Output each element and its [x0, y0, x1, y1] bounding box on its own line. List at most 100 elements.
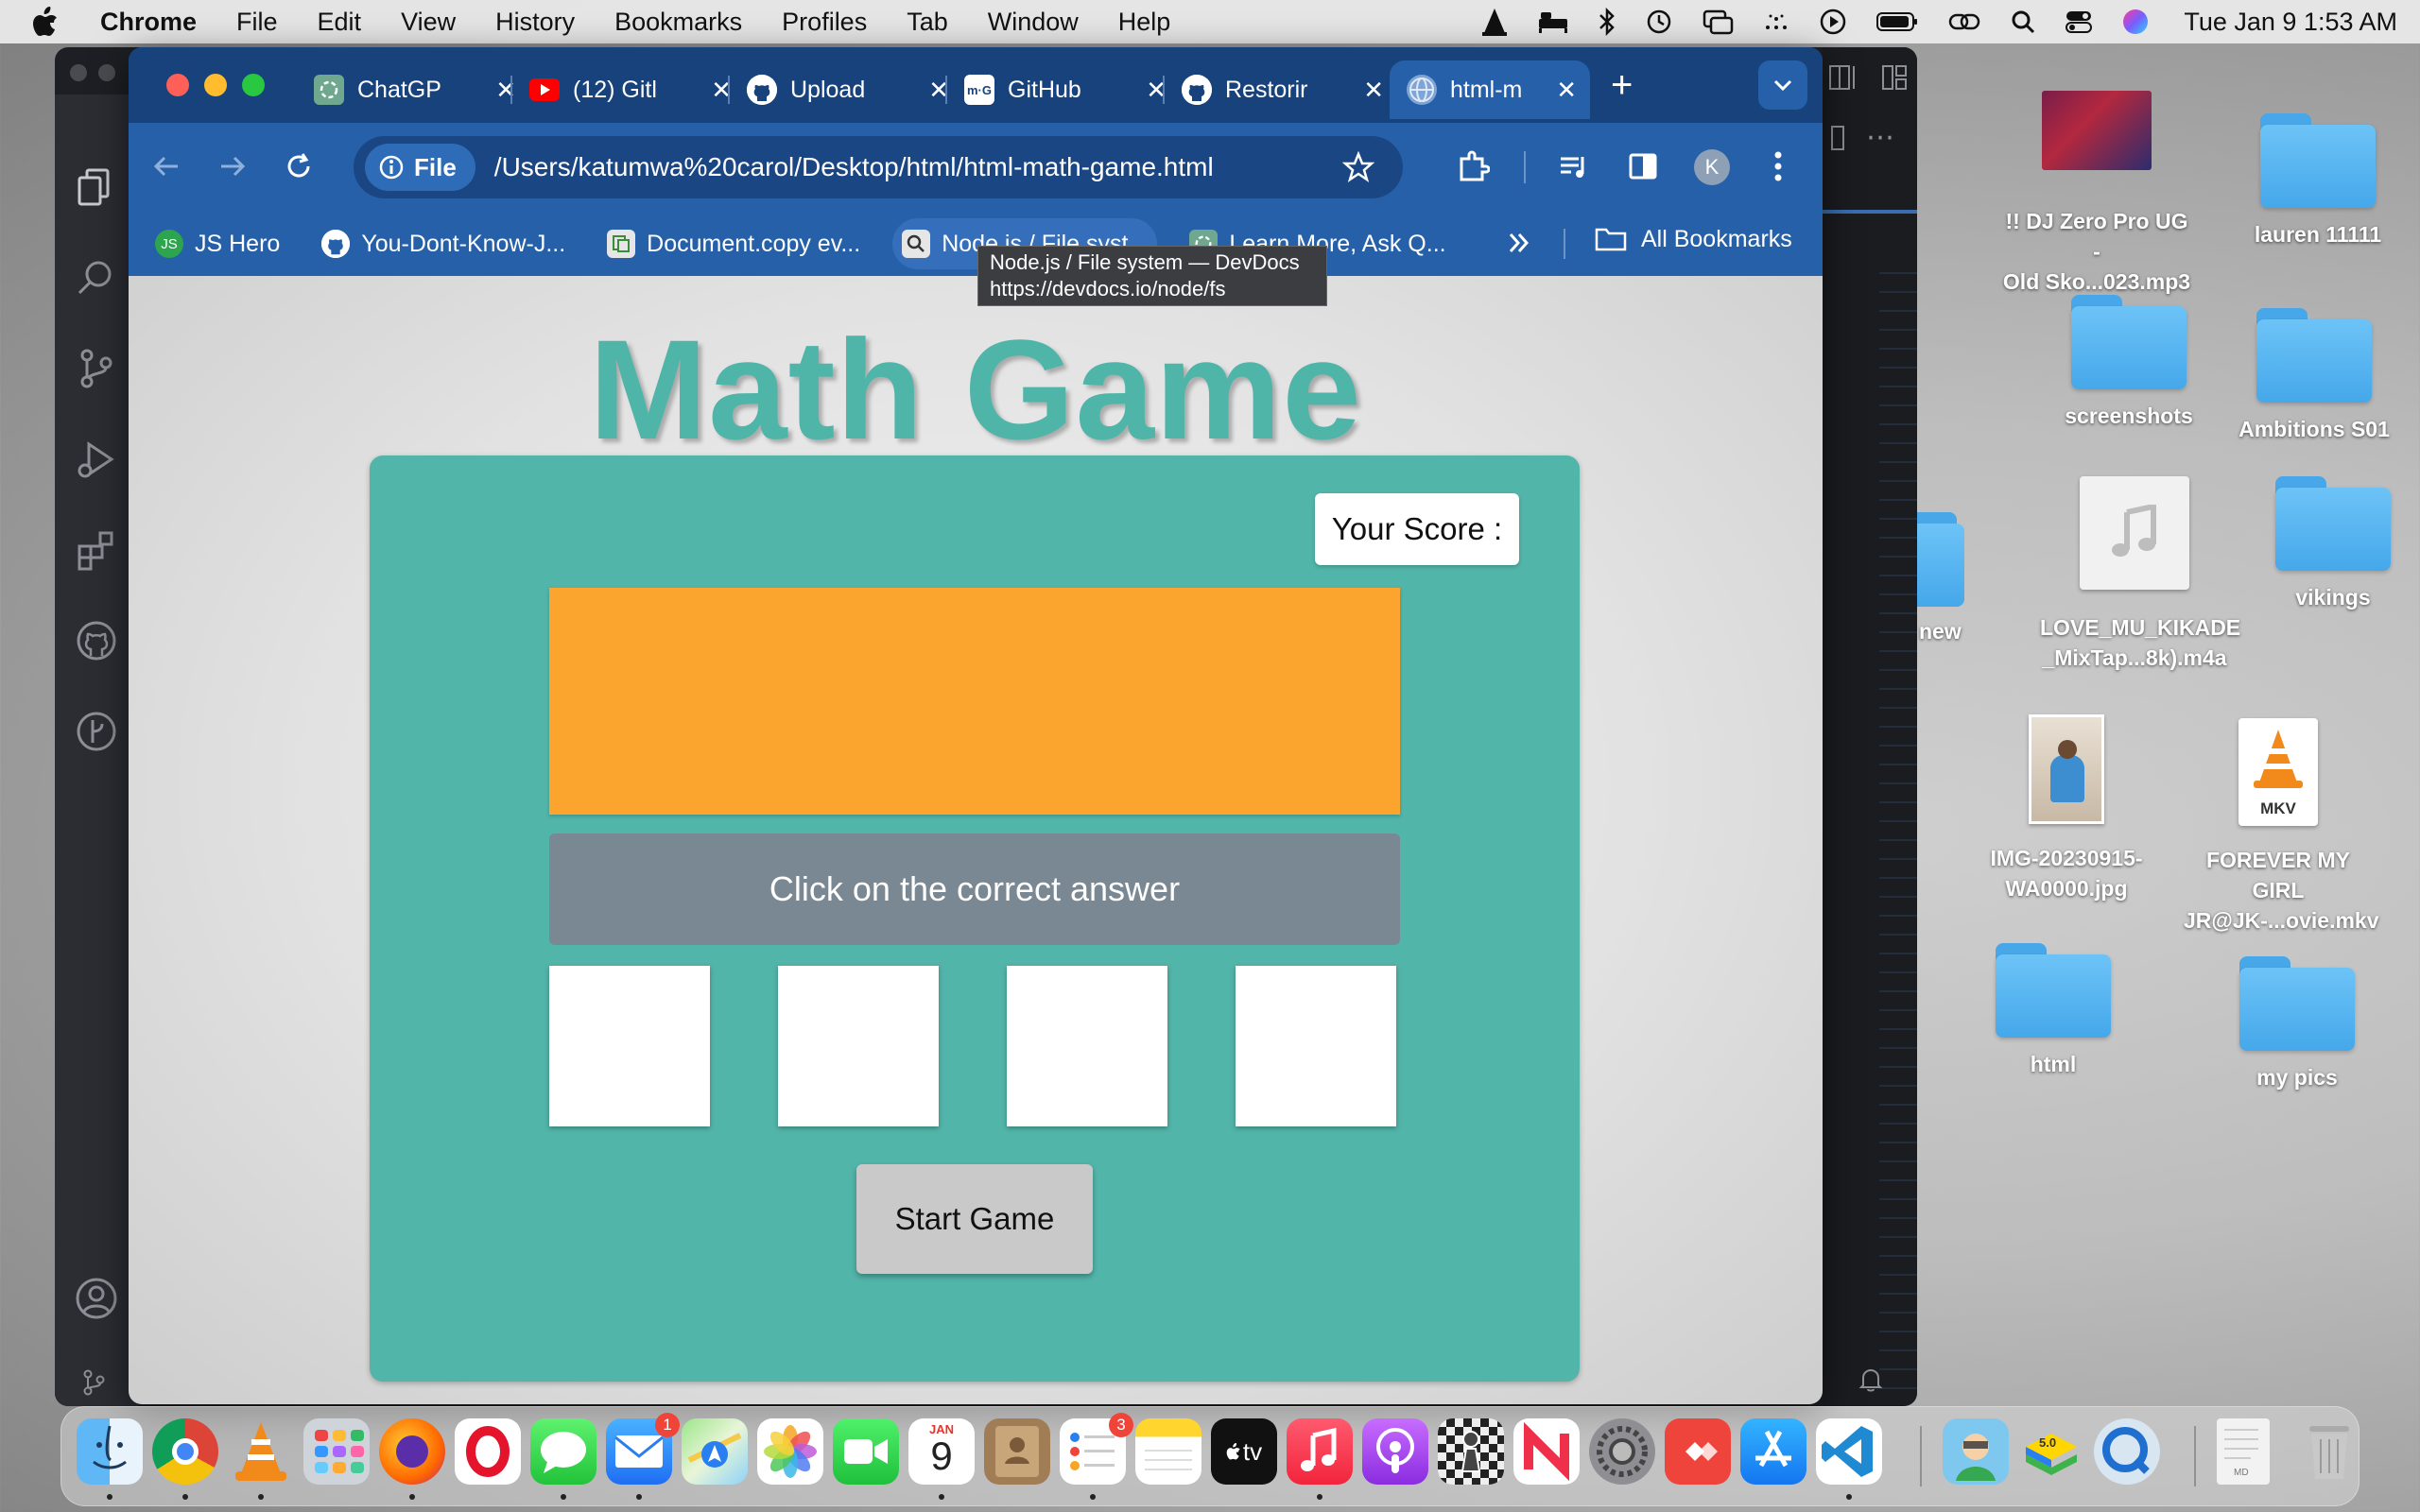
finder-icon[interactable]: [77, 1418, 143, 1485]
launchpad-icon[interactable]: [303, 1418, 370, 1485]
bookmark-star-icon[interactable]: [1342, 151, 1374, 183]
bluetooth-icon[interactable]: [1598, 8, 1616, 36]
tab-youtube[interactable]: (12) Gitl ✕: [529, 60, 737, 119]
trash-icon[interactable]: [2296, 1418, 2362, 1485]
vscode-minimize-button[interactable]: [98, 64, 115, 81]
control-center-icon[interactable]: [2065, 9, 2093, 35]
facetime-icon[interactable]: [833, 1418, 899, 1485]
tab-upload[interactable]: Upload ✕: [747, 60, 955, 119]
reminders-icon[interactable]: 3: [1060, 1413, 1133, 1485]
media-queue-icon[interactable]: [1558, 151, 1590, 181]
all-bookmarks-button[interactable]: All Bookmarks: [1594, 225, 1792, 253]
news-icon[interactable]: [1513, 1418, 1580, 1485]
anydesk-icon[interactable]: [1665, 1418, 1731, 1485]
address-bar[interactable]: File /Users/katumwa%20carol/Desktop/html…: [354, 136, 1403, 198]
chrome-icon[interactable]: [152, 1418, 218, 1485]
bed-icon[interactable]: [1537, 9, 1569, 34]
notes-icon[interactable]: [1135, 1418, 1201, 1485]
menu-profiles[interactable]: Profiles: [782, 8, 867, 37]
answer-choice-2[interactable]: [778, 966, 939, 1126]
bluestacks-icon[interactable]: 5.0: [2018, 1418, 2084, 1485]
firefox-icon[interactable]: [379, 1418, 445, 1485]
desktop-folder-html[interactable]: html: [1959, 943, 2148, 1079]
tab-close-icon[interactable]: ✕: [1363, 76, 1384, 105]
tab-close-icon[interactable]: ✕: [1556, 76, 1577, 105]
menu-edit[interactable]: Edit: [318, 8, 362, 37]
vlc-status-icon[interactable]: [1480, 7, 1509, 37]
chrome-menu-icon[interactable]: [1773, 147, 1783, 185]
desktop-folder-vikings[interactable]: vikings: [2238, 476, 2420, 612]
time-machine-icon[interactable]: [1645, 8, 1673, 36]
desktop-folder-screenshots[interactable]: screenshots: [2034, 295, 2223, 431]
notifications-bell-icon[interactable]: [1858, 1366, 1883, 1393]
spotlight-search-icon[interactable]: [2010, 9, 2036, 35]
source-control-icon[interactable]: [74, 346, 119, 391]
desktop-item-forever-mkv[interactable]: MKV FOREVER MY GIRL JR@JK-...ovie.mkv: [2184, 718, 2379, 936]
extensions-puzzle-icon[interactable]: [1456, 149, 1490, 183]
bookmark-you-dont-know-js[interactable]: You-Dont-Know-J...: [312, 218, 575, 269]
split-editor-icon[interactable]: [1828, 62, 1862, 93]
screen-mirroring-icon[interactable]: [1702, 9, 1734, 35]
vlc-icon[interactable]: [228, 1418, 294, 1485]
menu-bookmarks[interactable]: Bookmarks: [614, 8, 742, 37]
side-panel-icon[interactable]: [1628, 151, 1658, 181]
menu-help[interactable]: Help: [1118, 8, 1171, 37]
music-icon[interactable]: [1287, 1418, 1353, 1485]
desktop-item-dj-mp3[interactable]: !! DJ Zero Pro UG - Old Sko...023.mp3: [2002, 91, 2191, 298]
calendar-icon[interactable]: JAN 9: [908, 1418, 975, 1485]
desktop-item-img-jpg[interactable]: IMG-20230915- WA0000.jpg: [1972, 714, 2161, 903]
tab-html-math-game[interactable]: html-m ✕: [1390, 60, 1590, 119]
layout-icon[interactable]: [1879, 62, 1910, 93]
bookmark-document-copy[interactable]: Document.copy ev...: [597, 218, 870, 269]
battery-icon[interactable]: [1876, 10, 1919, 33]
editor-tab-icon[interactable]: [1828, 123, 1847, 153]
window-zoom-button[interactable]: [242, 74, 265, 96]
messages-icon[interactable]: [530, 1418, 596, 1485]
chevron-double-right-icon[interactable]: [1507, 229, 1531, 257]
branch-icon[interactable]: [81, 1368, 106, 1397]
photos-icon[interactable]: [757, 1418, 823, 1485]
github-icon[interactable]: [74, 618, 119, 663]
menu-view[interactable]: View: [401, 8, 456, 37]
vscode-icon[interactable]: [1816, 1418, 1882, 1485]
explorer-icon[interactable]: [74, 164, 119, 210]
vscode-close-button[interactable]: [70, 64, 87, 81]
tab-close-icon[interactable]: ✕: [495, 76, 516, 105]
apple-tv-icon[interactable]: tv: [1211, 1418, 1277, 1485]
quicktime-icon[interactable]: [2094, 1418, 2160, 1485]
desktop-folder-lauren[interactable]: lauren 11111: [2223, 113, 2412, 249]
start-game-button[interactable]: Start Game: [856, 1164, 1093, 1274]
reload-icon[interactable]: [284, 151, 314, 181]
menu-app-name[interactable]: Chrome: [100, 8, 197, 37]
opera-icon[interactable]: [455, 1418, 521, 1485]
app-store-icon[interactable]: [1740, 1418, 1806, 1485]
menu-file[interactable]: File: [236, 8, 278, 37]
tab-restoring[interactable]: Restorir ✕: [1182, 60, 1390, 119]
bookmark-js-hero[interactable]: JS JS Hero: [146, 218, 289, 269]
mail-icon[interactable]: 1: [606, 1413, 680, 1485]
new-tab-button[interactable]: +: [1611, 64, 1633, 107]
git-graph-icon[interactable]: [74, 709, 119, 754]
menu-window[interactable]: Window: [988, 8, 1079, 37]
document-file-icon[interactable]: MD: [2217, 1418, 2270, 1485]
siri-icon[interactable]: [2121, 8, 2150, 36]
maps-icon[interactable]: [682, 1418, 748, 1485]
account-icon[interactable]: [74, 1276, 119, 1321]
answer-choice-3[interactable]: [1007, 966, 1167, 1126]
menu-history[interactable]: History: [495, 8, 575, 37]
play-icon[interactable]: [1819, 8, 1847, 36]
system-settings-icon[interactable]: [1589, 1418, 1655, 1485]
answer-choice-4[interactable]: [1236, 966, 1396, 1126]
window-close-button[interactable]: [166, 74, 189, 96]
tab-chatgpt[interactable]: ChatGP ✕: [314, 60, 522, 119]
desktop-item-love-mu-m4a[interactable]: LOVE_MU_KIKADE _MixTap...8k).m4a: [2040, 476, 2240, 673]
menu-tab[interactable]: Tab: [907, 8, 948, 37]
extensions-icon[interactable]: [74, 527, 119, 573]
tab-search-button[interactable]: [1758, 60, 1807, 110]
desktop-folder-ambitions[interactable]: Ambitions S01: [2220, 308, 2409, 444]
search-icon[interactable]: [74, 255, 119, 301]
site-info-chip[interactable]: File: [365, 144, 475, 191]
tab-github[interactable]: m·G GitHub ✕: [964, 60, 1172, 119]
url-text[interactable]: /Users/katumwa%20carol/Desktop/html/html…: [494, 152, 1214, 182]
profile-avatar[interactable]: K: [1694, 149, 1730, 185]
